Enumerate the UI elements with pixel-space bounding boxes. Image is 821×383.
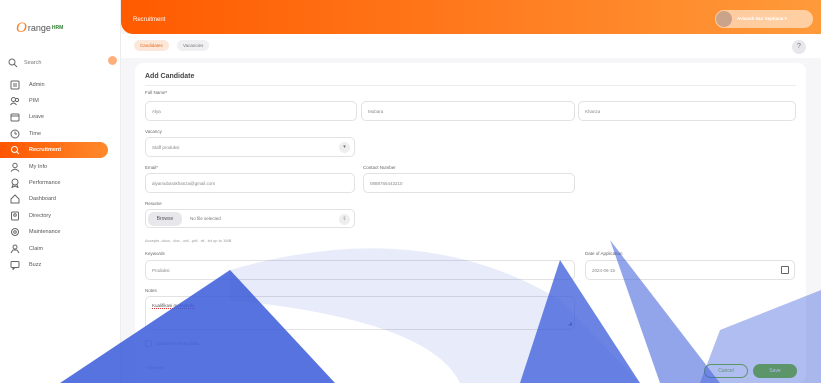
sidebar-item-label: Leave xyxy=(29,114,44,120)
email-field[interactable]: alyamubarakhanza@gmail.com xyxy=(145,173,355,193)
tab-vacancies[interactable]: Vacancies xyxy=(177,40,210,51)
notes-label: Notes xyxy=(145,288,157,293)
resize-handle-icon[interactable]: ◢ xyxy=(568,321,572,327)
sidebar-item-pim[interactable]: PIM xyxy=(0,93,108,109)
full-name-label: Full Name* xyxy=(145,90,168,95)
upload-icon: ⇪ xyxy=(339,214,350,225)
claim-icon xyxy=(10,244,20,254)
keywords-input[interactable]: Produksi xyxy=(145,260,575,280)
date-value: 2024-06-15 xyxy=(592,267,616,273)
divider xyxy=(145,85,796,86)
consent-checkbox[interactable] xyxy=(145,340,152,347)
avatar xyxy=(716,11,732,27)
sidebar-item-maintenance[interactable]: Maintenance xyxy=(0,224,108,240)
sidebar: O range HRM Search Admin PIM Leave Time Recr… xyxy=(0,0,121,383)
buzz-icon xyxy=(10,261,20,270)
sidebar-item-directory[interactable]: Directory xyxy=(0,208,108,224)
last-name-input[interactable]: Khanza xyxy=(578,101,796,121)
vacancy-label: Vacancy xyxy=(145,129,162,134)
search-icon xyxy=(8,58,18,68)
sidebar-item-dashboard[interactable]: Dashboard xyxy=(0,191,108,207)
sidebar-item-label: Buzz xyxy=(29,262,42,268)
sidebar-item-buzz[interactable]: Buzz xyxy=(0,257,108,273)
sub-navigation: Candidates Vacancies xyxy=(121,34,821,58)
notes-textarea[interactable]: Kualifikasi memenuhi ◢ xyxy=(145,296,575,330)
date-of-application-input[interactable]: 2024-06-15 xyxy=(585,260,795,280)
sidebar-item-label: Claim xyxy=(29,246,44,252)
sidebar-item-time[interactable]: Time xyxy=(0,126,108,142)
sidebar-item-performance[interactable]: Performance xyxy=(0,175,108,191)
middle-name-input[interactable]: Mubara xyxy=(361,101,575,121)
sidebar-item-label: Directory xyxy=(29,213,52,219)
contact-label: Contact Number xyxy=(363,165,396,170)
date-of-application-label: Date of Application xyxy=(585,251,623,256)
logo-hrm: HRM xyxy=(51,25,64,31)
sidebar-item-label: Maintenance xyxy=(29,229,61,235)
browse-button[interactable]: Browse xyxy=(148,212,182,226)
sidebar-item-admin[interactable]: Admin xyxy=(0,77,108,93)
consent-label: Consent to keep data xyxy=(156,341,199,346)
contact-number-field[interactable]: 0888765443210 xyxy=(363,173,575,193)
resume-upload[interactable]: Browse No file selected ⇪ xyxy=(145,209,355,228)
no-file-text: No file selected xyxy=(190,216,221,221)
form-title: Add Candidate xyxy=(145,73,195,80)
cancel-button[interactable]: Cancel xyxy=(704,364,748,378)
leave-icon xyxy=(10,113,20,122)
page-title: Recruitment xyxy=(133,17,166,23)
sidebar-item-my-info[interactable]: My Info xyxy=(0,159,108,175)
sidebar-item-label: Time xyxy=(29,131,42,137)
sidebar-item-label: Dashboard xyxy=(29,196,56,202)
chevron-down-icon: ▾ xyxy=(339,142,350,153)
pim-icon xyxy=(10,97,20,106)
performance-icon xyxy=(11,178,19,188)
directory-icon xyxy=(11,211,19,221)
maintenance-icon xyxy=(11,228,19,236)
top-bar: Recruitment Aviansh Nur Septiana ▾ xyxy=(121,0,821,34)
my-info-icon xyxy=(10,162,20,172)
collapse-sidebar-button[interactable] xyxy=(108,56,117,65)
dashboard-icon xyxy=(10,194,20,204)
resume-label: Resume xyxy=(145,201,162,206)
vacancy-select[interactable]: Staff produksi ▾ xyxy=(145,137,355,157)
add-candidate-card: Add Candidate Full Name* Alya Mubara Kha… xyxy=(135,63,806,383)
sidebar-item-label: Recruitment xyxy=(29,147,62,153)
sidebar-item-leave[interactable]: Leave xyxy=(0,109,108,125)
email-label: Email* xyxy=(145,165,159,170)
logo-letter: O xyxy=(16,19,27,36)
sidebar-item-label: PIM xyxy=(29,98,39,104)
notes-text: Kualifikasi memenuhi xyxy=(152,303,195,309)
sidebar-item-label: Admin xyxy=(29,82,45,88)
orangehrm-logo[interactable]: O range HRM xyxy=(16,17,96,39)
user-name: Aviansh Nur Septiana ▾ xyxy=(737,16,787,21)
keywords-label: Keywords xyxy=(145,251,165,256)
calendar-icon[interactable] xyxy=(781,266,789,274)
recruitment-icon xyxy=(11,146,20,155)
required-hint: * Required xyxy=(145,365,164,370)
search-label: Search xyxy=(24,60,42,66)
logo-word: range xyxy=(27,23,51,33)
sidebar-item-label: My Info xyxy=(29,164,48,170)
sidebar-item-label: Performance xyxy=(29,180,61,186)
sidebar-search[interactable]: Search xyxy=(8,56,108,70)
sidebar-item-recruitment[interactable]: Recruitment xyxy=(0,142,108,158)
user-dropdown[interactable]: Aviansh Nur Septiana ▾ xyxy=(715,10,813,28)
first-name-input[interactable]: Alya xyxy=(145,101,357,121)
vacancy-value: Staff produksi xyxy=(152,144,180,150)
sidebar-item-claim[interactable]: Claim xyxy=(0,241,108,257)
save-button[interactable]: Save xyxy=(753,364,797,378)
help-button[interactable]: ? xyxy=(792,40,806,54)
resume-hint: Accepts .docx, .doc, .odt, .pdf, .rtf, .… xyxy=(145,238,232,243)
time-icon xyxy=(10,129,20,139)
tab-candidates[interactable]: Candidates xyxy=(134,40,169,51)
admin-icon xyxy=(10,80,20,90)
